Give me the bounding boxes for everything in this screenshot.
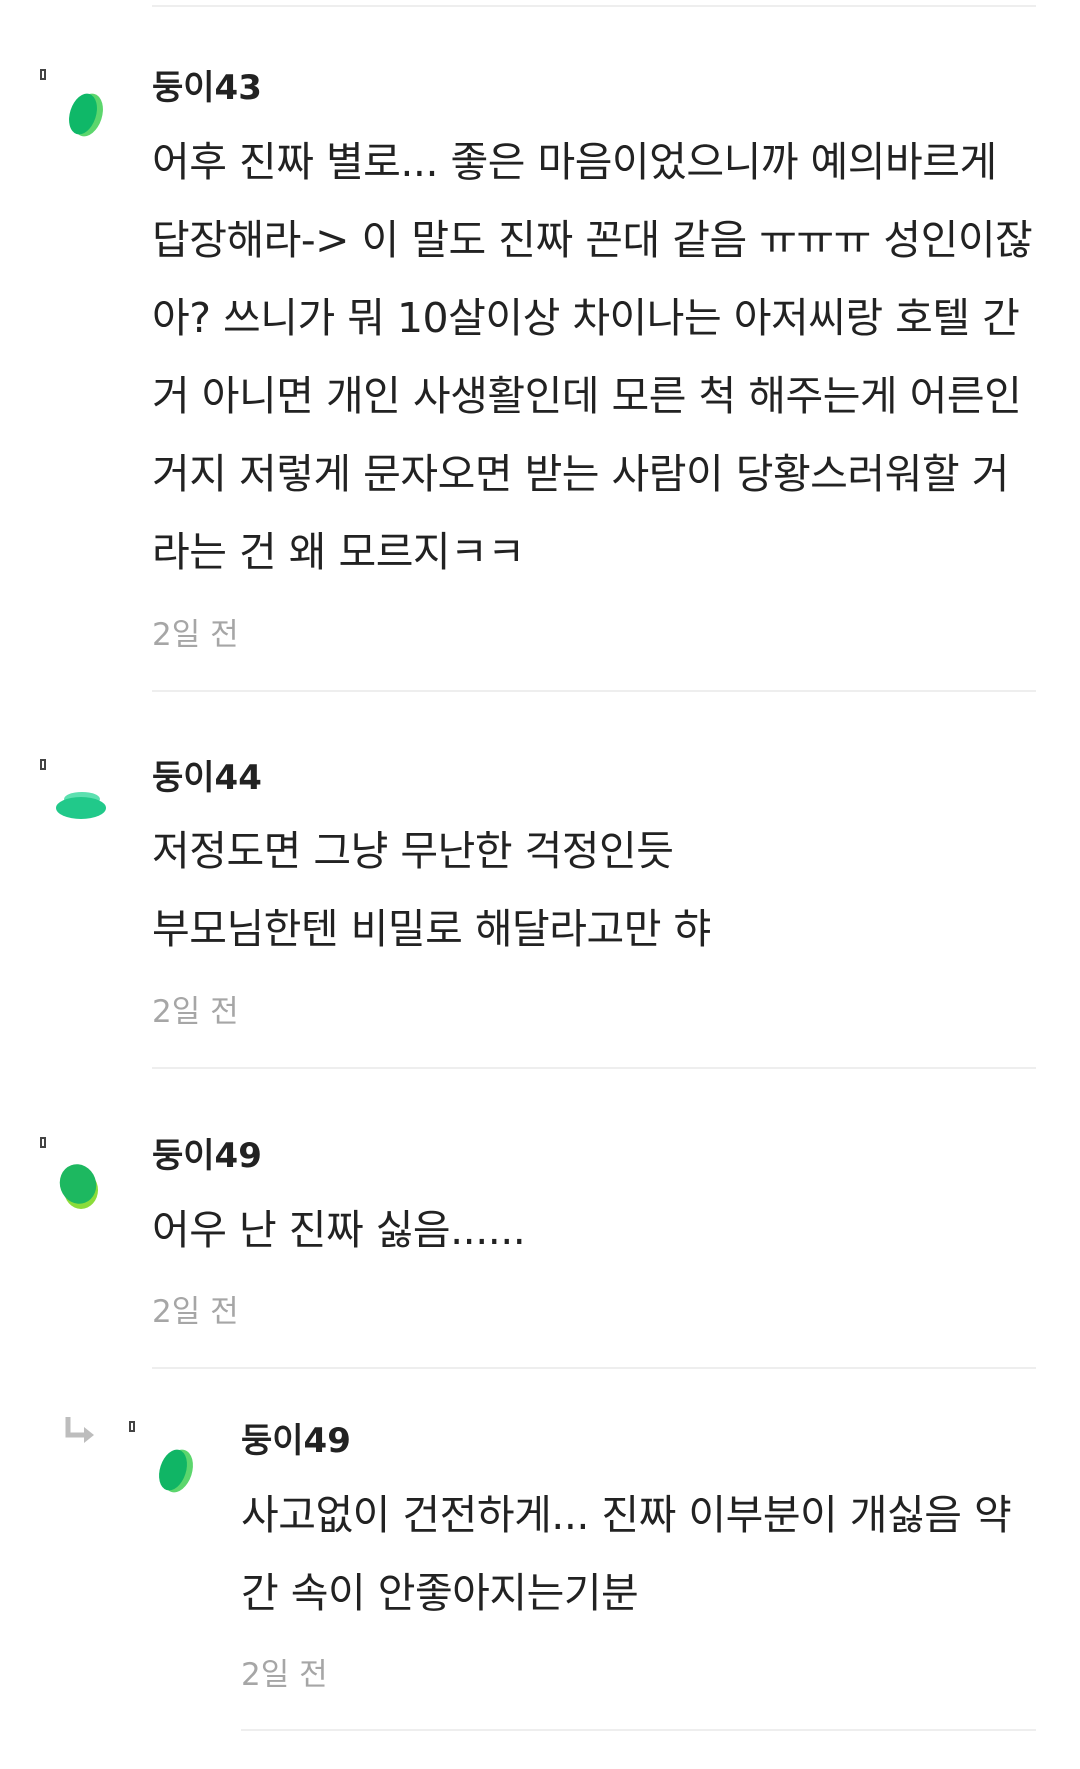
- comment-divider: [152, 690, 1036, 692]
- comment-body: 저정도면 그냥 무난한 걱정인듯 부모님한텐 비밀로 해달라고만 햐: [152, 812, 711, 968]
- leaf-avatar-icon: [56, 792, 106, 819]
- comment-line: 거지 저렇게 문자오면 받는 사람이 당황스러워할 거: [152, 450, 1009, 498]
- comment-line: 부모님한텐 비밀로 해달라고만 햐: [152, 905, 711, 953]
- comment-line: 라는 건 왜 모르지ㅋㅋ: [152, 528, 525, 576]
- comment-divider: [241, 1729, 1036, 1731]
- reply-arrow-icon: [65, 1417, 94, 1443]
- top-divider: [152, 5, 1036, 7]
- comment-line: 저정도면 그냥 무난한 걱정인듯: [152, 827, 674, 875]
- comment-author[interactable]: 둥이43: [152, 68, 262, 108]
- comment-divider: [152, 1067, 1036, 1069]
- comment-timestamp: 2일 전: [152, 994, 239, 1030]
- leaf-avatar-icon: [59, 1164, 98, 1209]
- comment-author[interactable]: 둥이44: [152, 758, 262, 798]
- comment-author[interactable]: 둥이49: [241, 1421, 351, 1461]
- comment-line: 사고없이 건전하게... 진짜 이부분이 개싫음 약: [241, 1491, 1012, 1539]
- square-marker-icon: [40, 759, 46, 770]
- comment-line: 답장해라-> 이 말도 진짜 꼰대 같음 ㅠㅠㅠ 성인이잖: [152, 216, 1033, 264]
- comment-line: 어후 진짜 별로... 좋은 마음이었으니까 예의바르게: [152, 138, 997, 186]
- square-marker-icon: [40, 1137, 46, 1148]
- comment-line: 어우 난 진짜 싫음......: [152, 1206, 526, 1254]
- comment-body: 어후 진짜 별로... 좋은 마음이었으니까 예의바르게 답장해라-> 이 말도…: [152, 123, 1033, 591]
- comment-line: 간 속이 안좋아지는기분: [241, 1569, 639, 1617]
- leaf-avatar-icon: [159, 1449, 193, 1493]
- comment-body: 어우 난 진짜 싫음......: [152, 1191, 526, 1269]
- comment-divider: [152, 1367, 1036, 1369]
- comment-timestamp: 2일 전: [152, 617, 239, 653]
- comment-body: 사고없이 건전하게... 진짜 이부분이 개싫음 약 간 속이 안좋아지는기분: [241, 1476, 1012, 1632]
- comment-line: 거 아니면 개인 사생활인데 모른 척 해주는게 어른인: [152, 372, 1022, 420]
- comment-timestamp: 2일 전: [241, 1657, 328, 1693]
- comment-author[interactable]: 둥이49: [152, 1136, 262, 1176]
- comment-line: 아? 쓰니가 뭐 10살이상 차이나는 아저씨랑 호텔 간: [152, 294, 1020, 342]
- square-marker-icon: [129, 1421, 135, 1432]
- comment-timestamp: 2일 전: [152, 1294, 239, 1330]
- square-marker-icon: [40, 69, 46, 80]
- leaf-avatar-icon: [69, 93, 103, 137]
